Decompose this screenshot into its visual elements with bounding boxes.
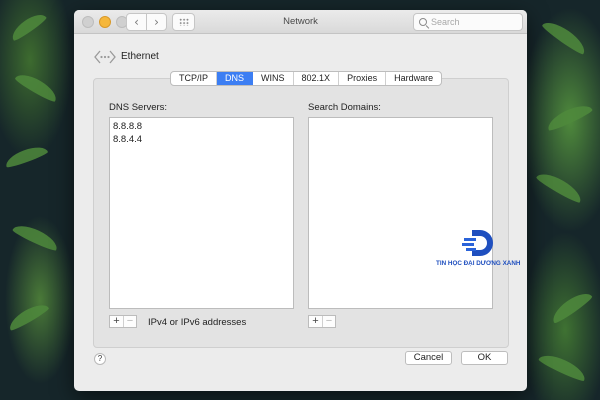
service-name: Ethernet xyxy=(121,51,159,62)
watermark: TIN HỌC ĐẠI DƯƠNG XANH xyxy=(436,228,536,273)
tab-tcp-ip[interactable]: TCP/IP xyxy=(171,72,218,85)
title-bar: ‹ › Network Search xyxy=(74,10,527,34)
tab-dns[interactable]: DNS xyxy=(217,72,254,85)
tab-hardware[interactable]: Hardware xyxy=(386,72,441,85)
ethernet-icon xyxy=(94,50,116,64)
leaf-decoration xyxy=(5,299,51,333)
leaf-decoration xyxy=(11,220,61,253)
ok-button[interactable]: OK xyxy=(461,351,508,365)
dns-server-entry[interactable]: 8.8.8.8 xyxy=(110,120,293,133)
watermark-text: TIN HỌC ĐẠI DƯƠNG XANH xyxy=(436,260,521,267)
tab-proxies[interactable]: Proxies xyxy=(339,72,387,85)
tab-wins[interactable]: WINS xyxy=(253,72,294,85)
network-preferences-window: ‹ › Network Search Ethernet TCP/IP DNS W… xyxy=(74,10,527,391)
cancel-button[interactable]: Cancel xyxy=(405,351,452,365)
leaf-decoration xyxy=(3,142,49,170)
leaf-decoration xyxy=(544,100,594,133)
remove-search-domain-button[interactable]: − xyxy=(322,316,335,327)
search-domains-list[interactable] xyxy=(308,117,493,309)
dns-server-entry[interactable]: 8.8.4.4 xyxy=(110,133,293,146)
dns-servers-list[interactable]: 8.8.8.8 8.8.4.4 xyxy=(109,117,294,309)
leaf-decoration xyxy=(540,16,590,57)
dns-hint: IPv4 or IPv6 addresses xyxy=(148,317,247,328)
tab-bar: TCP/IP DNS WINS 802.1X Proxies Hardware xyxy=(170,71,443,86)
dns-servers-label: DNS Servers: xyxy=(109,102,168,113)
search-field[interactable]: Search xyxy=(413,13,523,31)
domains-add-remove-control: + − xyxy=(308,315,336,328)
search-domains-label: Search Domains: xyxy=(308,102,381,113)
add-search-domain-button[interactable]: + xyxy=(309,316,322,327)
help-button[interactable]: ? xyxy=(94,353,106,365)
leaf-decoration xyxy=(8,9,48,43)
leaf-decoration xyxy=(535,168,585,205)
leaf-decoration xyxy=(13,69,61,104)
dns-add-remove-control: + − xyxy=(109,315,137,328)
search-icon xyxy=(419,18,427,26)
search-placeholder: Search xyxy=(431,17,460,27)
leaf-decoration xyxy=(548,287,594,326)
remove-dns-server-button[interactable]: − xyxy=(123,316,136,327)
leaf-decoration xyxy=(537,350,589,383)
tab-802-1x[interactable]: 802.1X xyxy=(294,72,340,85)
watermark-logo-icon xyxy=(462,230,493,256)
add-dns-server-button[interactable]: + xyxy=(110,316,123,327)
